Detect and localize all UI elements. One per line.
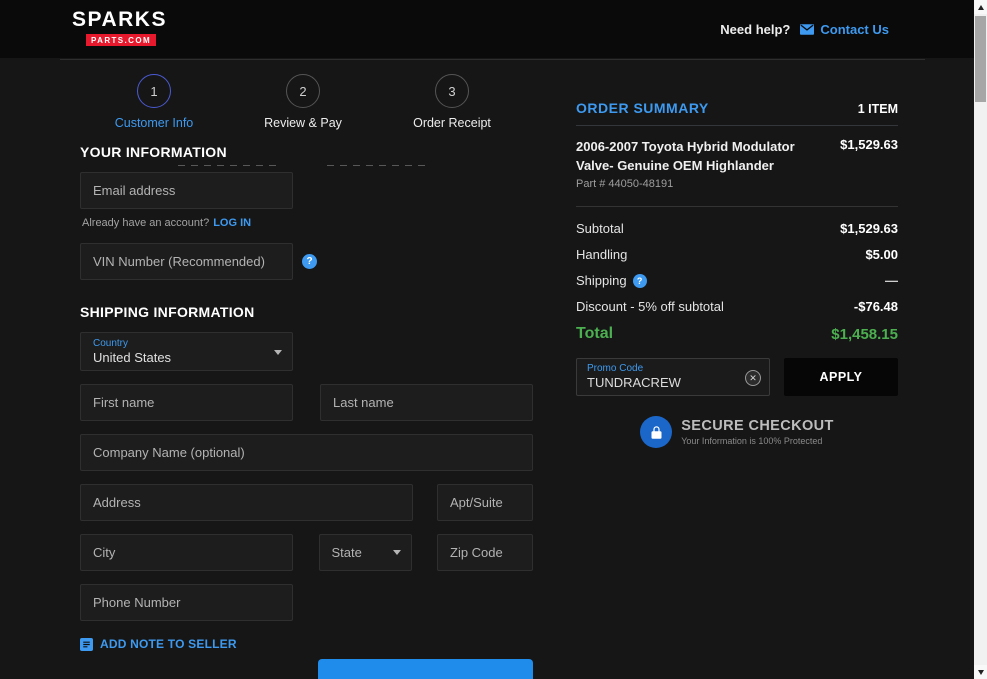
total-label: Total [576,325,614,342]
city-input[interactable] [80,534,293,571]
account-prompt: Already have an account? LOG IN [80,217,533,229]
summary-divider [576,206,898,207]
promo-code-input[interactable] [587,375,739,390]
state-label: State [331,545,362,560]
promo-code-field[interactable]: Promo Code ✕ [576,358,770,396]
add-note-label: ADD NOTE TO SELLER [100,637,237,651]
scroll-down-button[interactable] [974,665,987,679]
product-name: 2006-2007 Toyota Hybrid Modulator Valve-… [576,139,795,173]
subtotal-row: Subtotal $1,529.63 [576,221,898,236]
step-3-label: Order Receipt [413,116,491,130]
email-input[interactable] [80,172,293,209]
subtotal-label: Subtotal [576,221,624,236]
discount-row: Discount - 5% off subtotal -$76.48 [576,299,898,314]
total-value: $1,458.15 [831,325,898,343]
order-summary-heading: ORDER SUMMARY [576,100,709,116]
shipping-information-heading: SHIPPING INFORMATION [80,304,255,320]
product-price: $1,529.63 [840,137,898,152]
step-order-receipt[interactable]: 3 Order Receipt [382,74,522,130]
scroll-up-button[interactable] [974,0,987,14]
clear-promo-icon[interactable]: ✕ [745,370,761,386]
note-icon [80,637,93,651]
subtotal-value: $1,529.63 [840,221,898,236]
product-line-item: 2006-2007 Toyota Hybrid Modulator Valve-… [576,137,898,190]
lock-icon [640,416,673,448]
first-name-input[interactable] [80,384,293,421]
step-review-pay[interactable]: 2 Review & Pay [233,74,373,130]
add-note-to-seller-link[interactable]: ADD NOTE TO SELLER [80,637,533,651]
header: SPARKS PARTS.COM Need help? Contact Us [0,0,974,58]
shipping-row: Shipping ? — [576,273,898,288]
order-summary: ORDER SUMMARY 1 ITEM 2006-2007 Toyota Hy… [576,100,898,448]
shipping-label: Shipping [576,273,627,288]
scroll-down-icon [977,669,984,675]
chevron-down-icon [392,550,401,555]
item-count: 1 ITEM [857,102,898,116]
total-row: Total $1,458.15 [576,325,898,343]
secure-checkout-subtitle: Your Information is 100% Protected [681,436,823,446]
country-value: United States [93,350,172,365]
discount-label: Discount - 5% off subtotal [576,299,724,314]
envelope-icon [800,23,815,35]
country-label: Country [93,338,129,349]
vin-help-icon[interactable]: ? [302,254,317,269]
contact-us-label: Contact Us [820,21,889,37]
secure-checkout-badge: SECURE CHECKOUT Your Information is 100%… [576,416,898,448]
scrollbar-thumb[interactable] [975,16,986,102]
step-3-circle: 3 [435,74,469,108]
account-prompt-text: Already have an account? [82,217,210,229]
log-in-link[interactable]: LOG IN [213,217,251,229]
secure-checkout-title: SECURE CHECKOUT [681,418,834,434]
scrollbar[interactable] [974,0,987,679]
shipping-help-icon[interactable]: ? [632,273,647,288]
promo-code-label: Promo Code [587,363,644,374]
apt-suite-input[interactable] [437,484,533,521]
handling-value: $5.00 [865,247,898,262]
apply-promo-button[interactable]: APPLY [784,358,898,396]
step-1-label: Customer Info [114,116,194,130]
header-divider [60,59,925,60]
shipping-value: — [885,273,898,288]
step-2-circle: 2 [286,74,320,108]
product-part-number: Part # 44050-48191 [576,178,674,190]
address-input[interactable] [80,484,413,521]
zip-code-input[interactable] [437,534,533,571]
handling-row: Handling $5.00 [576,247,898,262]
contact-us-link[interactable]: Contact Us [800,22,889,37]
last-name-input[interactable] [320,384,533,421]
state-select[interactable]: State [318,534,412,571]
sparks-parts-logo[interactable]: SPARKS PARTS.COM [72,8,167,48]
customer-info-form: YOUR INFORMATION Already have an account… [80,144,533,679]
checkout-page: SPARKS PARTS.COM Need help? Contact Us 1… [0,0,987,679]
need-help-text: Need help? [720,21,791,37]
logo-badge: PARTS.COM [86,34,157,46]
company-input[interactable] [80,434,533,471]
continue-button[interactable] [318,659,533,679]
logo-text: SPARKS [72,8,167,31]
step-2-label: Review & Pay [264,116,342,130]
discount-value: -$76.48 [853,299,898,314]
your-information-heading: YOUR INFORMATION [80,144,227,160]
country-select[interactable]: Country United States [80,332,293,371]
vin-input[interactable] [80,243,293,280]
step-1-circle: 1 [137,74,171,108]
scroll-up-icon [977,4,984,10]
handling-label: Handling [576,247,628,262]
phone-input[interactable] [80,584,293,621]
step-customer-info[interactable]: 1 Customer Info [84,74,224,130]
chevron-down-icon [274,350,282,355]
help-group: Need help? Contact Us [720,22,889,37]
